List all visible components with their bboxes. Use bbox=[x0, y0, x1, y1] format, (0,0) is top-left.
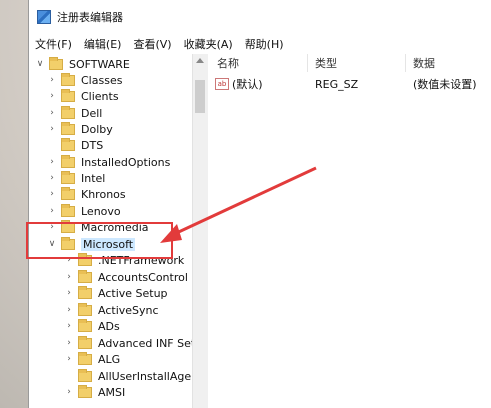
collapse-icon[interactable]: ∨ bbox=[35, 59, 45, 69]
tree-node[interactable]: › Active Setup bbox=[64, 285, 168, 301]
expand-icon[interactable]: › bbox=[47, 75, 57, 85]
menu-edit[interactable]: 编辑(E) bbox=[78, 36, 128, 52]
expand-icon[interactable]: › bbox=[47, 157, 57, 167]
tree-node[interactable]: › Dell bbox=[47, 105, 102, 121]
folder-icon bbox=[61, 219, 75, 233]
menu-favorites[interactable]: 收藏夹(A) bbox=[178, 36, 239, 52]
expand-icon[interactable]: › bbox=[64, 338, 74, 348]
expand-icon[interactable]: › bbox=[64, 255, 74, 265]
folder-icon bbox=[78, 351, 92, 365]
column-divider[interactable] bbox=[307, 54, 308, 72]
expand-icon[interactable]: › bbox=[64, 354, 74, 364]
column-header-name[interactable]: 名称 bbox=[217, 54, 239, 72]
folder-icon bbox=[78, 302, 92, 316]
tree-node[interactable]: › ALG bbox=[64, 351, 120, 367]
folder-icon bbox=[78, 252, 92, 266]
value-row-type: REG_SZ bbox=[315, 77, 359, 91]
folder-icon bbox=[61, 236, 75, 250]
expand-icon[interactable]: › bbox=[47, 173, 57, 183]
expand-icon[interactable]: › bbox=[64, 321, 74, 331]
expand-icon[interactable]: › bbox=[47, 91, 57, 101]
expand-icon[interactable]: › bbox=[64, 387, 74, 397]
tree-node[interactable]: › Clients bbox=[47, 88, 119, 104]
folder-icon bbox=[61, 203, 75, 217]
folder-icon bbox=[61, 105, 75, 119]
value-row-name[interactable]: ab (默认) bbox=[215, 76, 263, 92]
value-row-data: (数值未设置) bbox=[413, 78, 477, 91]
folder-icon bbox=[78, 285, 92, 299]
tree-scrollbar[interactable] bbox=[192, 54, 208, 408]
expand-icon[interactable]: › bbox=[47, 124, 57, 134]
expand-icon[interactable]: › bbox=[64, 288, 74, 298]
folder-icon bbox=[61, 154, 75, 168]
expand-icon[interactable]: › bbox=[47, 189, 57, 199]
menu-help[interactable]: 帮助(H) bbox=[239, 36, 290, 52]
collapse-icon[interactable]: ∨ bbox=[47, 239, 57, 249]
tree-node[interactable]: › AMSI bbox=[64, 384, 125, 400]
tree-node[interactable]: › Dolby bbox=[47, 121, 113, 137]
folder-icon bbox=[61, 170, 75, 184]
tree-node[interactable]: › ActiveSync bbox=[64, 302, 159, 318]
menu-bar: 文件(F) 编辑(E) 查看(V) 收藏夹(A) 帮助(H) bbox=[29, 34, 491, 54]
expand-icon[interactable]: › bbox=[64, 272, 74, 282]
column-divider[interactable] bbox=[405, 54, 406, 72]
scroll-thumb[interactable] bbox=[195, 80, 205, 113]
folder-icon bbox=[78, 269, 92, 283]
folder-icon bbox=[78, 368, 92, 382]
window-title: 注册表编辑器 bbox=[57, 11, 123, 24]
expand-icon[interactable]: › bbox=[47, 108, 57, 118]
tree-node[interactable]: › InstalledOptions bbox=[47, 154, 170, 170]
tree-node[interactable]: › Khronos bbox=[47, 186, 126, 202]
folder-icon bbox=[49, 56, 63, 70]
expand-icon[interactable]: › bbox=[47, 222, 57, 232]
tree-node[interactable]: › Classes bbox=[47, 72, 122, 88]
expand-icon[interactable]: › bbox=[47, 206, 57, 216]
expand-icon[interactable]: › bbox=[64, 305, 74, 315]
registry-tree[interactable]: ∨ SOFTWARE › Classes › Clients › Dell › … bbox=[29, 54, 208, 408]
watermark-logo: 下载吧 bbox=[344, 346, 474, 397]
folder-icon bbox=[61, 121, 75, 135]
string-value-icon: ab bbox=[215, 78, 229, 90]
tree-node[interactable]: › AccountsControl bbox=[64, 269, 188, 285]
tree-node[interactable]: DTS bbox=[47, 137, 103, 153]
menu-file[interactable]: 文件(F) bbox=[29, 36, 78, 52]
menu-view[interactable]: 查看(V) bbox=[127, 36, 177, 52]
column-header-type[interactable]: 类型 bbox=[315, 54, 337, 72]
tree-node[interactable]: › Macromedia bbox=[47, 219, 149, 235]
registry-editor-icon bbox=[37, 10, 51, 24]
title-bar: 注册表编辑器 bbox=[29, 0, 491, 34]
folder-icon bbox=[61, 88, 75, 102]
scroll-up-arrow-icon[interactable] bbox=[196, 58, 204, 63]
tree-node[interactable]: › .NETFramework bbox=[64, 252, 184, 268]
tree-node[interactable]: › ADs bbox=[64, 318, 120, 334]
folder-icon bbox=[61, 137, 75, 151]
tree-node[interactable]: › Advanced INF Setup bbox=[64, 335, 207, 351]
folder-icon bbox=[78, 335, 92, 349]
tree-node-software[interactable]: ∨ SOFTWARE bbox=[35, 56, 130, 72]
folder-icon bbox=[78, 384, 92, 398]
tree-node[interactable]: › Lenovo bbox=[47, 203, 121, 219]
folder-icon bbox=[61, 186, 75, 200]
folder-icon bbox=[61, 72, 75, 86]
column-header-data[interactable]: 数据 bbox=[413, 54, 435, 72]
watermark-url: www.xiazaiba.com bbox=[426, 392, 491, 402]
tree-node-microsoft[interactable]: ∨ Microsoft bbox=[47, 236, 136, 252]
folder-icon bbox=[78, 318, 92, 332]
tree-node[interactable]: › Intel bbox=[47, 170, 105, 186]
tree-node[interactable]: AllUserInstallAgent bbox=[64, 368, 202, 384]
